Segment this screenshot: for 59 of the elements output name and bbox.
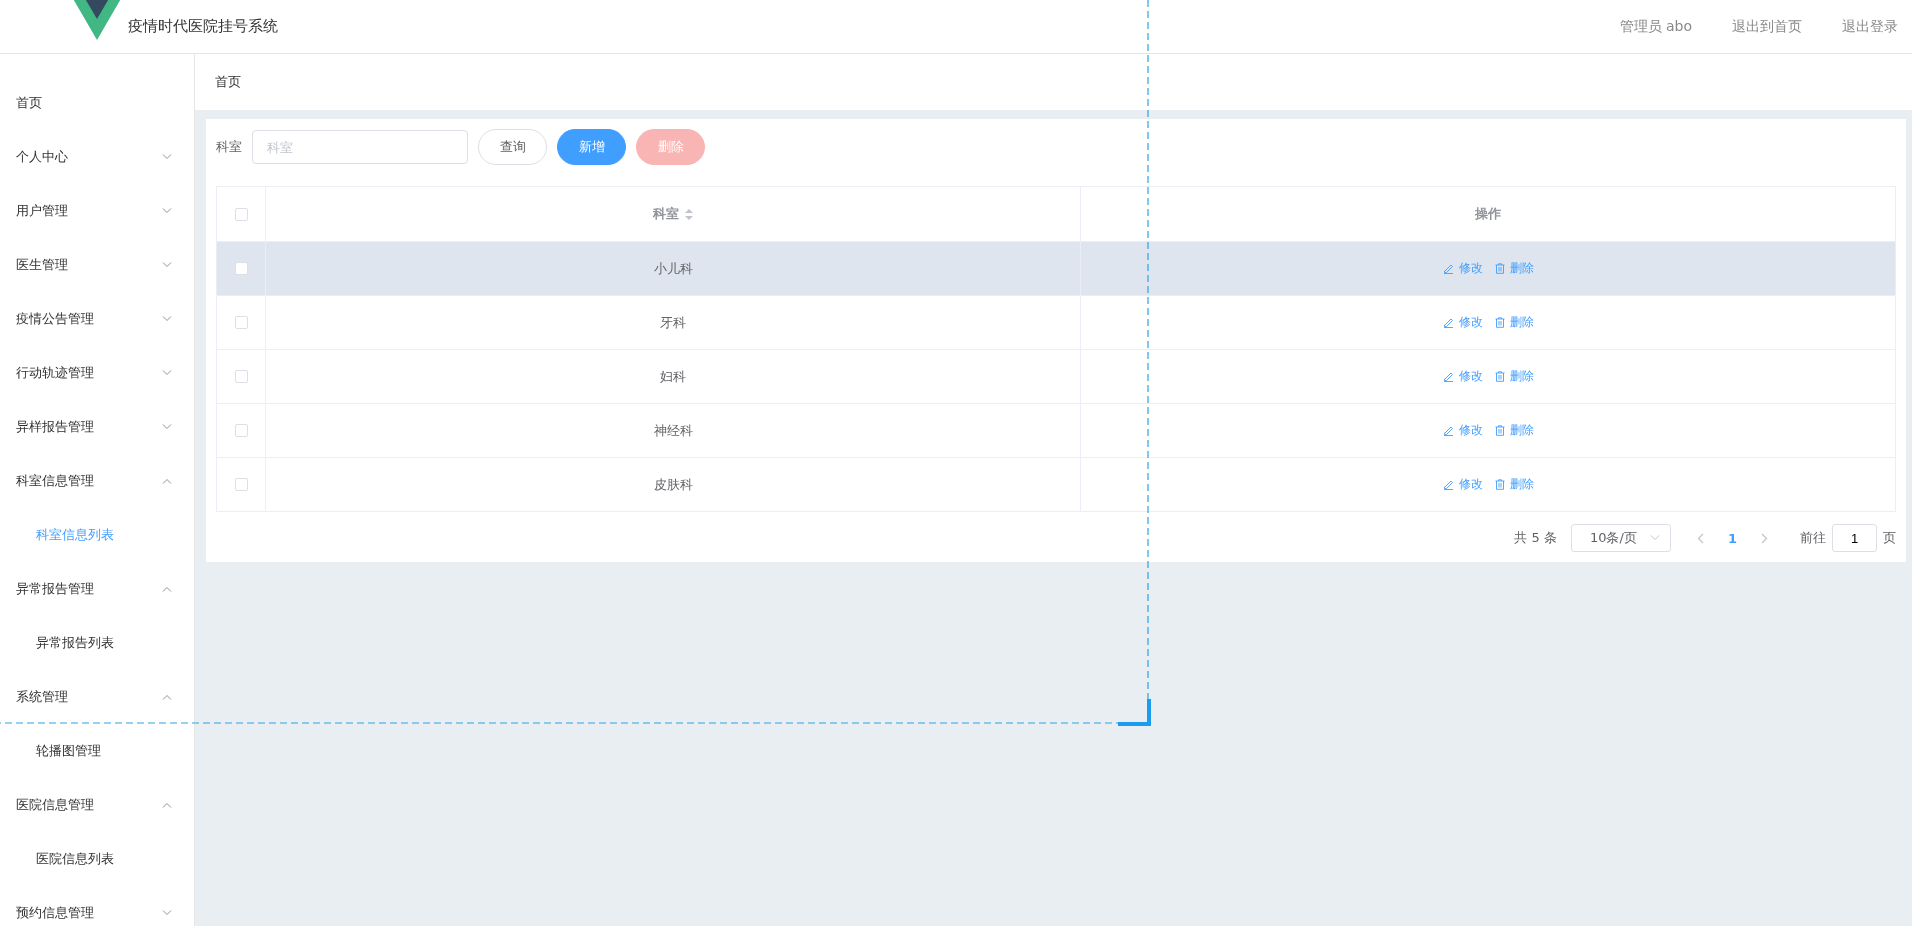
menu-item[interactable]: 首页	[0, 76, 194, 130]
pencil-icon	[1442, 371, 1454, 382]
menu-item[interactable]: 异样报告管理	[0, 400, 194, 454]
table-row[interactable]: 神经科 修改 删除	[217, 404, 1895, 458]
pencil-icon	[1442, 263, 1454, 274]
menu-item[interactable]: 行动轨迹管理	[0, 346, 194, 400]
submenu-item[interactable]: 异常报告列表	[0, 616, 194, 670]
trash-icon	[1494, 371, 1505, 382]
table-cell: 皮肤科	[653, 475, 693, 494]
menu-item[interactable]: 个人中心	[0, 130, 194, 184]
submenu-item[interactable]: 医院信息列表	[0, 832, 194, 886]
total-count: 共 5 条	[1514, 529, 1557, 547]
trash-icon	[1494, 425, 1505, 436]
checkbox[interactable]	[234, 207, 248, 221]
caret-icon	[1649, 535, 1660, 541]
checkbox[interactable]	[234, 424, 248, 437]
menu-item[interactable]: 医院信息管理	[0, 778, 194, 832]
checkbox[interactable]	[234, 262, 248, 275]
next-page-icon[interactable]	[1761, 532, 1768, 544]
pencil-icon	[1442, 479, 1454, 490]
page-input[interactable]: 1	[1832, 524, 1877, 552]
pencil-icon	[1442, 317, 1454, 328]
menu-item[interactable]: 科室信息管理	[0, 454, 194, 508]
table-cell: 妇科	[660, 367, 686, 386]
checkbox[interactable]	[234, 478, 248, 491]
goto-label: 前往	[1800, 529, 1826, 547]
table-cell: 小儿科	[653, 259, 693, 278]
trash-icon	[1494, 317, 1505, 328]
previous-page-icon[interactable]	[1696, 532, 1704, 544]
action-button[interactable]: 查询	[478, 129, 547, 165]
menu-item[interactable]: 异常报告管理	[0, 562, 194, 616]
menu-item[interactable]: 医生管理	[0, 238, 194, 292]
checkbox[interactable]	[234, 316, 248, 329]
page-suffix: 页	[1883, 529, 1896, 547]
breadcrumb[interactable]: 首页	[215, 73, 241, 91]
header-link[interactable]: 退出到首页	[1732, 17, 1802, 36]
header-link[interactable]: 退出登录	[1842, 17, 1898, 36]
table-cell: 牙科	[660, 313, 686, 332]
table-row[interactable]: 妇科 修改 删除	[217, 350, 1895, 404]
submenu-item[interactable]: 轮播图管理	[0, 724, 194, 778]
pencil-icon	[1442, 425, 1454, 436]
column-header: 操作	[1475, 205, 1501, 223]
menu-item[interactable]: 疫情公告管理	[0, 292, 194, 346]
search-field[interactable]: 科室	[252, 130, 468, 164]
sort-icon[interactable]	[685, 208, 693, 220]
menu-item[interactable]: 用户管理	[0, 184, 194, 238]
menu-item[interactable]: 系统管理	[0, 670, 194, 724]
app-title: 疫情时代医院挂号系统	[128, 17, 278, 36]
trash-icon	[1494, 479, 1505, 490]
trash-icon	[1494, 263, 1505, 274]
table-cell: 神经科	[653, 421, 693, 440]
field-label: 科室	[216, 138, 242, 156]
menu-item[interactable]: 预约信息管理	[0, 886, 194, 926]
table-row[interactable]: 牙科 修改 删除	[217, 296, 1895, 350]
table-row[interactable]: 小儿科 修改 删除	[217, 242, 1895, 296]
table-row[interactable]: 皮肤科 修改 删除	[217, 458, 1895, 511]
user-name: 管理员 abo	[1619, 17, 1692, 36]
checkbox[interactable]	[234, 370, 248, 383]
page-size-select[interactable]: 10条/页	[1570, 524, 1671, 552]
